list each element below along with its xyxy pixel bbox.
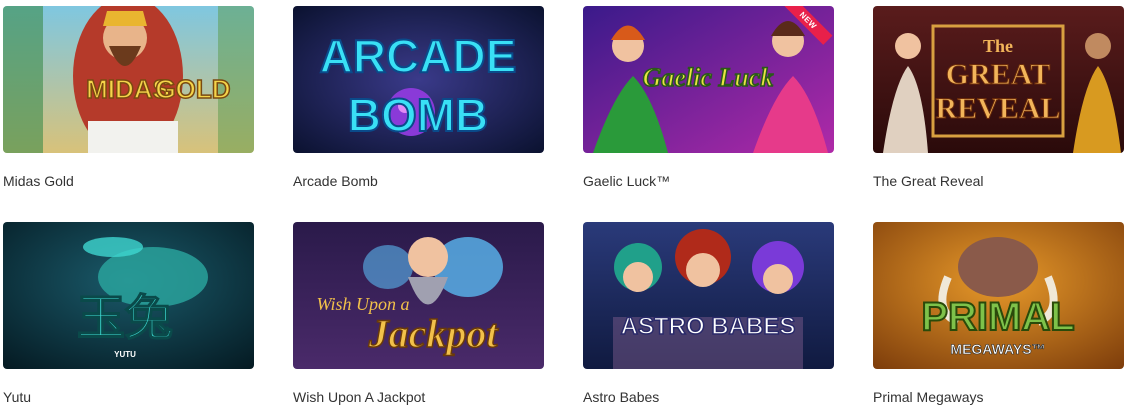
art-title-line2: MEGAWAYS™	[950, 341, 1045, 357]
art-title-line2: GOLD	[155, 74, 230, 104]
yutu-art: 玉兔 YUTU	[3, 222, 254, 369]
game-thumbnail[interactable]: ARCADE BOMB	[293, 6, 544, 153]
art-title: Gaelic Luck	[643, 63, 774, 92]
game-title[interactable]: Primal Megaways	[873, 389, 983, 405]
art-title-line2: BOMB	[348, 89, 489, 141]
game-thumbnail[interactable]: MIDAS GOLD	[3, 6, 254, 153]
astro-babes-art: ASTRO BABES	[583, 222, 834, 369]
arcade-bomb-art: ARCADE BOMB	[293, 6, 544, 153]
game-title[interactable]: Yutu	[3, 389, 31, 405]
game-title[interactable]: Midas Gold	[3, 173, 74, 189]
game-title[interactable]: The Great Reveal	[873, 173, 984, 189]
game-title[interactable]: Arcade Bomb	[293, 173, 378, 189]
art-title-line2: YUTU	[114, 350, 136, 359]
game-thumbnail[interactable]: The GREAT REVEAL	[873, 6, 1124, 153]
game-thumbnail[interactable]: Gaelic Luck NEW	[583, 6, 834, 153]
wish-upon-a-jackpot-art: Wish Upon a Jackpot	[293, 222, 544, 369]
game-title[interactable]: Astro Babes	[583, 389, 659, 405]
art-title-line1: PRIMAL	[921, 295, 1074, 339]
midas-gold-art: MIDAS GOLD	[3, 6, 254, 153]
game-thumbnail[interactable]: 玉兔 YUTU	[3, 222, 254, 369]
art-title-line3: REVEAL	[935, 92, 1060, 125]
game-title[interactable]: Wish Upon A Jackpot	[293, 389, 425, 405]
game-thumbnail[interactable]: PRIMAL MEGAWAYS™	[873, 222, 1124, 369]
gaelic-luck-art: Gaelic Luck	[583, 6, 834, 153]
primal-megaways-art: PRIMAL MEGAWAYS™	[873, 222, 1124, 369]
game-thumbnail[interactable]: Wish Upon a Jackpot	[293, 222, 544, 369]
game-thumbnail[interactable]: ASTRO BABES	[583, 222, 834, 369]
great-reveal-art: The GREAT REVEAL	[873, 6, 1124, 153]
art-title-line2: Jackpot	[368, 311, 500, 356]
art-title-line2: GREAT	[946, 58, 1050, 91]
game-title[interactable]: Gaelic Luck™	[583, 173, 670, 189]
art-title-line1: The	[983, 36, 1013, 56]
game-grid: MIDAS GOLD Midas Gold ARCADE BOMB Arcade…	[0, 0, 1130, 410]
art-title: ASTRO BABES	[621, 313, 796, 340]
art-title-line1: ARCADE	[320, 30, 517, 82]
art-title-line1: 玉兔	[77, 290, 173, 346]
